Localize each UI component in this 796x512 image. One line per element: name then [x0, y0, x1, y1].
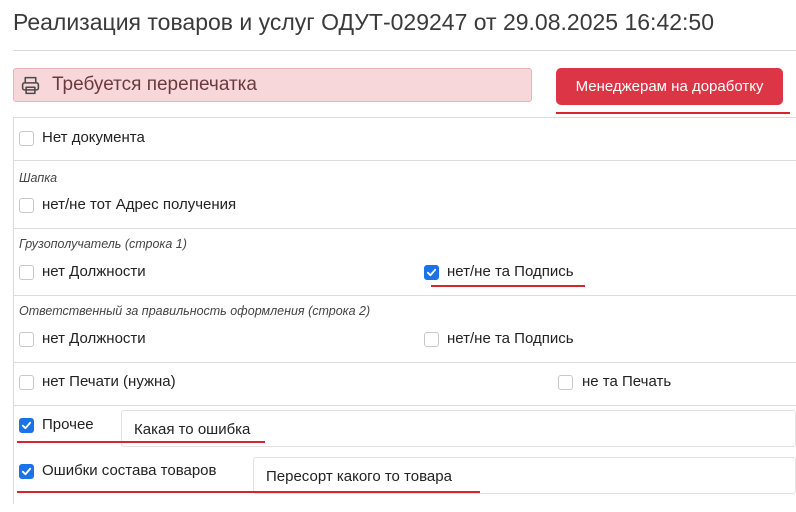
row-divider [13, 362, 796, 363]
composition-label: Ошибки состава товаров [42, 462, 217, 479]
responsible-position-checkbox[interactable] [19, 332, 34, 347]
address-checkbox[interactable] [19, 198, 34, 213]
printer-icon [21, 76, 40, 95]
checkmark-icon [426, 268, 437, 277]
consignee-position-checkbox[interactable] [19, 265, 34, 280]
consignee-signature-label: нет/не та Подпись [447, 263, 574, 280]
composition-comment-input[interactable]: Пересорт какого то товара [253, 457, 796, 494]
section-divider [13, 295, 796, 296]
consignee-signature-checkbox[interactable] [424, 265, 439, 280]
checkmark-icon [21, 467, 32, 476]
responsible-signature-label: нет/не та Подпись [447, 330, 574, 347]
stamp-wrong-checkbox[interactable] [558, 375, 573, 390]
other-label: Прочее [42, 416, 94, 433]
section-divider [13, 405, 796, 406]
composition-checkbox[interactable] [19, 464, 34, 479]
alert-text: Требуется перепечатка [52, 74, 257, 95]
stamp-wrong-label: не та Печать [582, 373, 672, 390]
other-checkbox[interactable] [19, 418, 34, 433]
annotation-underline [17, 441, 265, 443]
responsible-signature-checkbox[interactable] [424, 332, 439, 347]
title-divider [13, 50, 796, 51]
stamp-missing-checkbox[interactable] [19, 375, 34, 390]
section-divider [13, 160, 796, 161]
no-document-checkbox[interactable] [19, 131, 34, 146]
responsible-position-label: нет Должности [42, 330, 146, 347]
consignee-position-label: нет Должности [42, 263, 146, 280]
no-document-label: Нет документа [42, 129, 145, 146]
annotation-underline [17, 491, 480, 493]
send-to-managers-button[interactable]: Менеджерам на доработку [556, 68, 783, 105]
responsible-section-title: Ответственный за правильность оформления… [19, 304, 371, 318]
header-section-title: Шапка [19, 171, 58, 185]
address-label: нет/не тот Адрес получения [42, 196, 237, 213]
annotation-underline [556, 112, 790, 114]
section-divider [13, 228, 796, 229]
checkmark-icon [21, 421, 32, 430]
consignee-section-title: Грузополучатель (строка 1) [19, 237, 187, 251]
reprint-alert: Требуется перепечатка [13, 68, 532, 102]
annotation-underline [431, 285, 585, 287]
stamp-missing-label: нет Печати (нужна) [42, 373, 176, 390]
page-title: Реализация товаров и услуг ОДУТ-029247 о… [13, 9, 714, 35]
